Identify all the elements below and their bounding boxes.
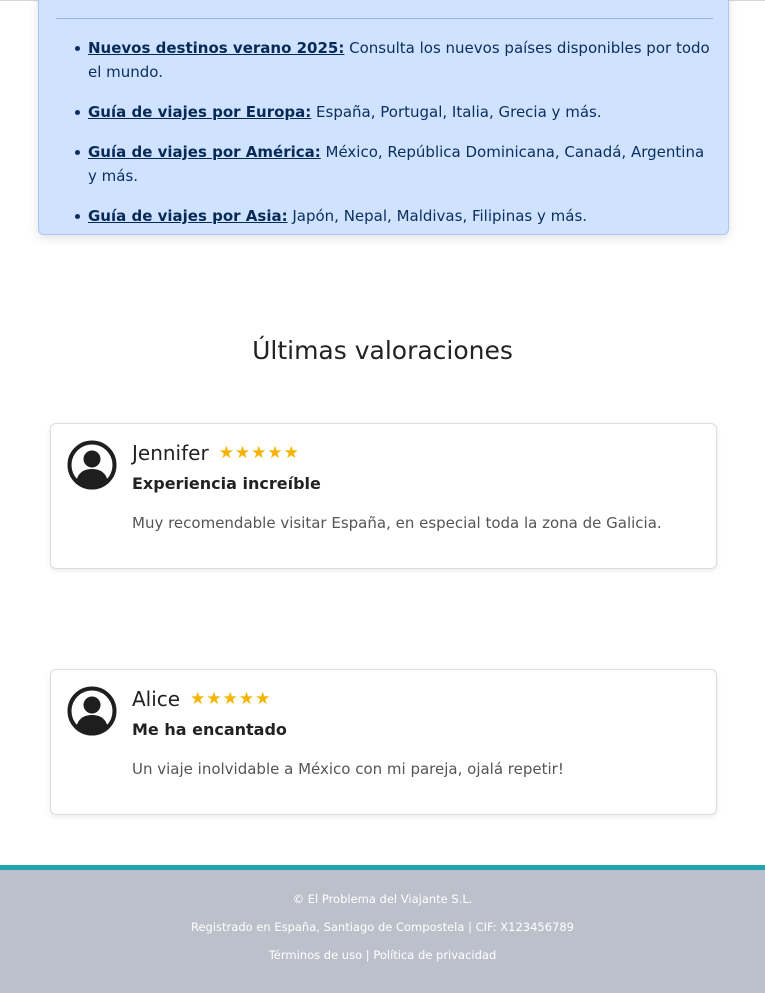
news-link-america[interactable]: Guía de viajes por América: [88,143,321,161]
news-list: Nuevos destinos verano 2025: Consulta lo… [75,36,715,244]
news-link-new-destinations[interactable]: Nuevos destinos verano 2025: [88,39,344,57]
news-item-europe: Guía de viajes por Europa: España, Portu… [75,100,715,124]
news-link-europe[interactable]: Guía de viajes por Europa: [88,103,311,121]
reviews-section-title: Últimas valoraciones [252,336,513,365]
reviewer-name: Alice [132,687,181,711]
reviewer-name: Jennifer [132,441,209,465]
footer-link-separator: | [362,948,374,962]
site-footer: © El Problema del Viajante S.L. Registra… [0,865,765,993]
star-rating: ★★★★★ [190,689,272,709]
news-divider [56,18,713,19]
footer-legal-links: Términos de uso | Política de privacidad [0,948,765,962]
privacy-policy-link[interactable]: Política de privacidad [373,948,496,962]
terms-of-use-link[interactable]: Términos de uso [269,948,362,962]
review-title: Me ha encantado [132,720,287,739]
footer-registry: Registrado en España, Santiago de Compos… [191,920,574,934]
review-card: Alice ★★★★★ Me ha encantado Un viaje ino… [50,669,717,815]
news-text: Japón, Nepal, Maldivas, Filipinas y más. [287,207,588,225]
news-item-america: Guía de viajes por América: México, Repú… [75,140,715,188]
news-item-asia: Guía de viajes por Asia: Japón, Nepal, M… [75,204,715,228]
news-text: España, Portugal, Italia, Grecia y más. [311,103,602,121]
user-avatar-icon [67,686,117,736]
review-header: Jennifer ★★★★★ [132,440,300,466]
star-rating: ★★★★★ [218,443,300,463]
user-avatar-icon [67,440,117,490]
review-header: Alice ★★★★★ [132,686,271,712]
review-text: Un viaje inolvidable a México con mi par… [132,760,564,778]
news-link-asia[interactable]: Guía de viajes por Asia: [88,207,288,225]
footer-copyright: © El Problema del Viajante S.L. [292,892,473,906]
review-title: Experiencia increíble [132,474,321,493]
review-card: Jennifer ★★★★★ Experiencia increíble Muy… [50,423,717,569]
travel-news-panel: Nuevos destinos verano 2025: Consulta lo… [38,0,729,235]
review-text: Muy recomendable visitar España, en espe… [132,514,662,532]
news-item-new-destinations: Nuevos destinos verano 2025: Consulta lo… [75,36,715,84]
